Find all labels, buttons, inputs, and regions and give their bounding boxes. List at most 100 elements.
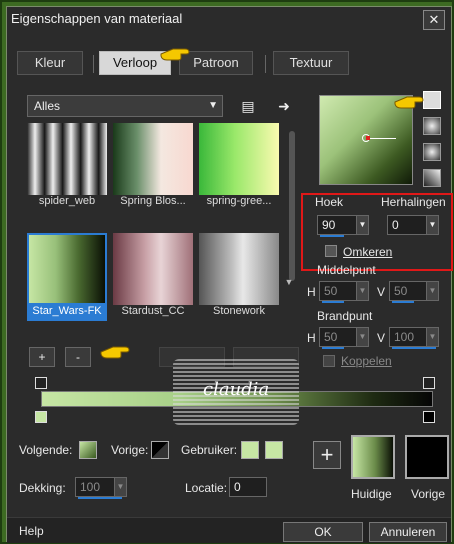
- tab-textuur[interactable]: Textuur: [273, 51, 349, 75]
- focus-v-label: V: [377, 331, 386, 345]
- pointing-hand-icon: [160, 48, 190, 61]
- swatch-thumbnail: [27, 123, 107, 195]
- current-gradient-swatch[interactable]: [351, 435, 395, 479]
- title-bar: Eigenschappen van materiaal ✕: [7, 7, 451, 35]
- link-checkbox[interactable]: [323, 355, 335, 367]
- gradient-swatch[interactable]: Stardust_CC: [113, 233, 193, 321]
- angle-slider[interactable]: [320, 235, 344, 237]
- center-h-value: 50: [324, 284, 338, 298]
- next-label: Volgende:: [19, 443, 73, 457]
- previous-swatch[interactable]: [405, 435, 449, 479]
- opacity-value: 100: [80, 480, 101, 494]
- swatch-label: Spring Blos...: [120, 195, 186, 207]
- chevron-down-icon[interactable]: ▼: [356, 216, 368, 234]
- arrow-right-icon[interactable]: ➜: [275, 97, 293, 115]
- window-title: Eigenschappen van materiaal: [11, 11, 183, 26]
- invert-label: Omkeren: [343, 245, 393, 259]
- swatch-thumbnail: [199, 233, 279, 305]
- chevron-down-icon[interactable]: ▼: [426, 328, 438, 346]
- focus-h-slider[interactable]: [322, 347, 344, 349]
- focus-v-value: 100: [394, 330, 415, 344]
- location-label: Locatie:: [185, 481, 228, 495]
- location-value: 0: [234, 480, 241, 494]
- pointing-hand-icon: [100, 346, 130, 359]
- prev-label: Vorige:: [111, 443, 149, 457]
- center-v-value: 50: [394, 284, 408, 298]
- tab-divider: [265, 55, 266, 73]
- angle-label: Hoek: [315, 195, 344, 209]
- category-selected: Alles: [34, 99, 61, 113]
- opacity-stop[interactable]: [423, 377, 435, 389]
- tab-bar: Kleur Verloop Patroon Textuur: [7, 47, 451, 77]
- scroll-down-icon[interactable]: ▼: [282, 275, 296, 289]
- user-label: Gebruiker:: [181, 443, 238, 457]
- chevron-down-icon[interactable]: ▼: [114, 478, 126, 496]
- add-gradient-button[interactable]: +: [29, 347, 55, 367]
- watermark-text: claudia: [203, 379, 270, 400]
- swatch-thumbnail: [27, 233, 107, 305]
- repeats-input[interactable]: 0 ▼: [387, 215, 439, 235]
- angle-line: [370, 138, 396, 139]
- user-color-swatch[interactable]: [241, 441, 259, 459]
- focus-h-input[interactable]: 50 ▼: [319, 327, 369, 349]
- center-v-input[interactable]: 50 ▼: [389, 281, 439, 303]
- dialog: Eigenschappen van materiaal ✕ Kleur Verl…: [6, 6, 453, 543]
- opacity-input[interactable]: 100 ▼: [75, 477, 127, 499]
- repeats-value: 0: [392, 218, 399, 232]
- center-h-label: H: [307, 285, 316, 299]
- help-link[interactable]: Help: [19, 524, 44, 538]
- gradient-swatch[interactable]: spring-gree...: [199, 123, 279, 211]
- opacity-slider[interactable]: [78, 497, 122, 499]
- gradient-list: spider_web Spring Blos... spring-gree...…: [27, 123, 283, 339]
- gradient-scrollbar[interactable]: [287, 123, 297, 293]
- gradient-swatch[interactable]: Stonework: [199, 233, 279, 321]
- focus-label: Brandpunt: [317, 309, 373, 323]
- focus-h-label: H: [307, 331, 316, 345]
- location-input[interactable]: 0: [229, 477, 267, 497]
- radial-style-button[interactable]: [423, 169, 441, 187]
- pointing-hand-icon: [394, 96, 424, 109]
- focus-v-slider[interactable]: [392, 347, 436, 349]
- swatch-label: spider_web: [38, 195, 96, 207]
- swatch-label: Stonework: [213, 305, 265, 317]
- center-h-input[interactable]: 50 ▼: [319, 281, 369, 303]
- angle-value: 90: [322, 218, 336, 232]
- prev-color-swatch[interactable]: [151, 441, 169, 459]
- repeats-label: Herhalingen: [381, 195, 446, 209]
- chevron-down-icon[interactable]: ▼: [426, 282, 438, 300]
- add-swatch-button[interactable]: +: [313, 441, 341, 469]
- color-stop[interactable]: [423, 411, 435, 423]
- chevron-down-icon[interactable]: ▼: [356, 282, 368, 300]
- center-v-slider[interactable]: [392, 301, 414, 303]
- chevron-down-icon: ▼: [208, 100, 218, 111]
- opacity-stop[interactable]: [35, 377, 47, 389]
- swatch-label: Stardust_CC: [121, 305, 185, 317]
- tab-kleur[interactable]: Kleur: [17, 51, 83, 75]
- category-dropdown[interactable]: Alles ▼: [27, 95, 223, 117]
- next-color-swatch[interactable]: [79, 441, 97, 459]
- gradient-swatch[interactable]: Spring Blos...: [113, 123, 193, 211]
- invert-checkbox[interactable]: [325, 245, 337, 257]
- gradient-swatch[interactable]: Star_Wars-FK: [27, 233, 107, 321]
- close-button[interactable]: ✕: [423, 10, 445, 30]
- library-icon[interactable]: ▤: [239, 97, 257, 115]
- user-color-swatch[interactable]: [265, 441, 283, 459]
- focus-v-input[interactable]: 100 ▼: [389, 327, 439, 349]
- angle-input[interactable]: 90 ▼: [317, 215, 369, 237]
- swatch-thumbnail: [113, 233, 193, 305]
- swatch-thumbnail: [113, 123, 193, 195]
- swatch-thumbnail: [199, 123, 279, 195]
- chevron-down-icon[interactable]: ▼: [356, 328, 368, 346]
- chevron-down-icon[interactable]: ▼: [426, 216, 438, 234]
- scroll-thumb[interactable]: [289, 131, 295, 281]
- sunburst-style-button[interactable]: [423, 143, 441, 161]
- color-stop[interactable]: [35, 411, 47, 423]
- rectangular-style-button[interactable]: [423, 117, 441, 135]
- linear-style-button[interactable]: [423, 91, 441, 109]
- ok-button[interactable]: OK: [283, 522, 363, 542]
- cancel-button[interactable]: Annuleren: [369, 522, 447, 542]
- remove-gradient-button[interactable]: -: [65, 347, 91, 367]
- focus-handle[interactable]: [366, 136, 370, 140]
- gradient-swatch[interactable]: spider_web: [27, 123, 107, 211]
- center-h-slider[interactable]: [322, 301, 344, 303]
